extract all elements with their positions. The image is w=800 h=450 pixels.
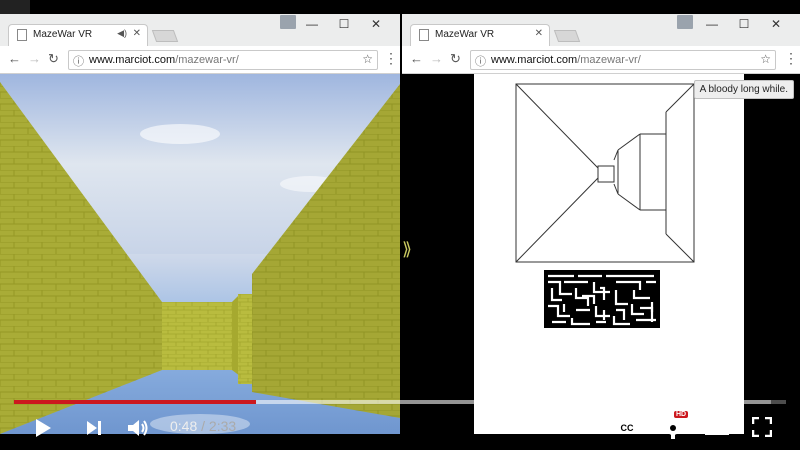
captions-icon[interactable]: CC — [616, 419, 638, 435]
forward-icon[interactable]: → — [28, 51, 41, 66]
new-tab-button[interactable] — [553, 30, 581, 42]
address-bar[interactable]: ⓘ www.marciot.com/mazewar-vr/ ☆ — [68, 50, 378, 70]
url-text: www.marciot.com/mazewar-vr/ — [491, 54, 641, 66]
play-progress — [14, 400, 256, 404]
audio-icon[interactable]: ◀) — [117, 28, 127, 39]
window-controls: — ☐ ✕ — [696, 14, 792, 34]
page-icon — [419, 29, 429, 41]
menu-icon[interactable]: ⋮ — [384, 50, 398, 67]
tooltip: A bloody long while. — [693, 80, 794, 99]
tab-title: MazeWar VR — [33, 29, 93, 40]
channel-logo — [0, 0, 30, 14]
time-display: 0:48 / 2:33 — [170, 418, 236, 434]
player-controls: 0:48 / 2:33 CC HD — [0, 408, 800, 450]
close-tab-icon[interactable]: ✕ — [535, 28, 543, 39]
settings-icon[interactable] — [662, 417, 684, 439]
url-path: /mazewar-vr/ — [577, 54, 641, 66]
progress-bar[interactable] — [14, 400, 786, 404]
page-icon — [17, 29, 27, 41]
window-controls: — ☐ ✕ — [296, 14, 392, 34]
profile-icon[interactable] — [280, 15, 296, 29]
info-icon: ⓘ — [475, 56, 486, 68]
maximize-icon[interactable]: ☐ — [328, 14, 360, 34]
browser-window-right: MazeWar VR ✕ — ☐ ✕ ← → ↻ ⓘ www.marciot.c… — [402, 14, 800, 434]
time-separator: / — [201, 418, 206, 434]
bookmark-star-icon[interactable]: ☆ — [760, 52, 771, 66]
fullscreen-icon[interactable] — [752, 417, 772, 437]
info-icon: ⓘ — [73, 56, 84, 68]
tab-strip: MazeWar VR ✕ — ☐ ✕ — [402, 14, 800, 46]
back-icon[interactable]: ← — [8, 51, 21, 66]
browser-toolbar: ← → ↻ ⓘ www.marciot.com/mazewar-vr/ ☆ ⋮ — [0, 46, 400, 74]
volume-icon[interactable] — [126, 417, 150, 439]
current-time: 0:48 — [170, 418, 198, 434]
tab-title: MazeWar VR — [435, 29, 495, 40]
svg-text:CC: CC — [621, 423, 634, 433]
maze-3d-view[interactable] — [0, 74, 400, 434]
expand-panel-icon[interactable]: ⟫ — [402, 239, 416, 260]
close-window-icon[interactable]: ✕ — [360, 14, 392, 34]
duration: 2:33 — [208, 418, 237, 434]
browser-toolbar: ← → ↻ ⓘ www.marciot.com/mazewar-vr/ ☆ ⋮ — [402, 46, 800, 74]
maze-2d-view: ⟫ — [402, 74, 800, 434]
minimize-icon[interactable]: — — [696, 14, 728, 34]
mazewar-page — [474, 74, 744, 434]
tab-mazewar[interactable]: MazeWar VR ✕ — [410, 24, 550, 46]
profile-icon[interactable] — [677, 15, 693, 29]
url-host: www.marciot.com — [491, 54, 578, 66]
browser-window-left: MazeWar VR ◀) ✕ — ☐ ✕ ← → ↻ ⓘ www.marcio… — [0, 14, 400, 434]
hd-badge: HD — [674, 411, 689, 418]
minimize-icon[interactable]: — — [296, 14, 328, 34]
menu-icon[interactable]: ⋮ — [784, 50, 798, 67]
close-window-icon[interactable]: ✕ — [760, 14, 792, 34]
forward-icon[interactable]: → — [430, 51, 443, 66]
maximize-icon[interactable]: ☐ — [728, 14, 760, 34]
theater-mode-icon[interactable] — [704, 419, 730, 437]
address-bar[interactable]: ⓘ www.marciot.com/mazewar-vr/ ☆ — [470, 50, 776, 70]
url-path: /mazewar-vr/ — [175, 54, 239, 66]
close-tab-icon[interactable]: ✕ — [133, 28, 141, 39]
tab-strip: MazeWar VR ◀) ✕ — ☐ ✕ — [0, 14, 400, 46]
bookmark-star-icon[interactable]: ☆ — [362, 52, 373, 66]
url-host: www.marciot.com — [89, 54, 176, 66]
maze-3d-canvas — [0, 74, 400, 434]
tab-mazewar[interactable]: MazeWar VR ◀) ✕ — [8, 24, 148, 46]
url-text: www.marciot.com/mazewar-vr/ — [89, 54, 239, 66]
play-icon[interactable] — [34, 418, 52, 438]
reload-icon[interactable]: ↻ — [450, 51, 461, 67]
maze-minimap — [544, 270, 660, 328]
back-icon[interactable]: ← — [410, 51, 423, 66]
reload-icon[interactable]: ↻ — [48, 51, 59, 67]
maze-wireframe — [515, 83, 695, 263]
next-icon[interactable] — [86, 420, 102, 436]
new-tab-button[interactable] — [151, 30, 179, 42]
